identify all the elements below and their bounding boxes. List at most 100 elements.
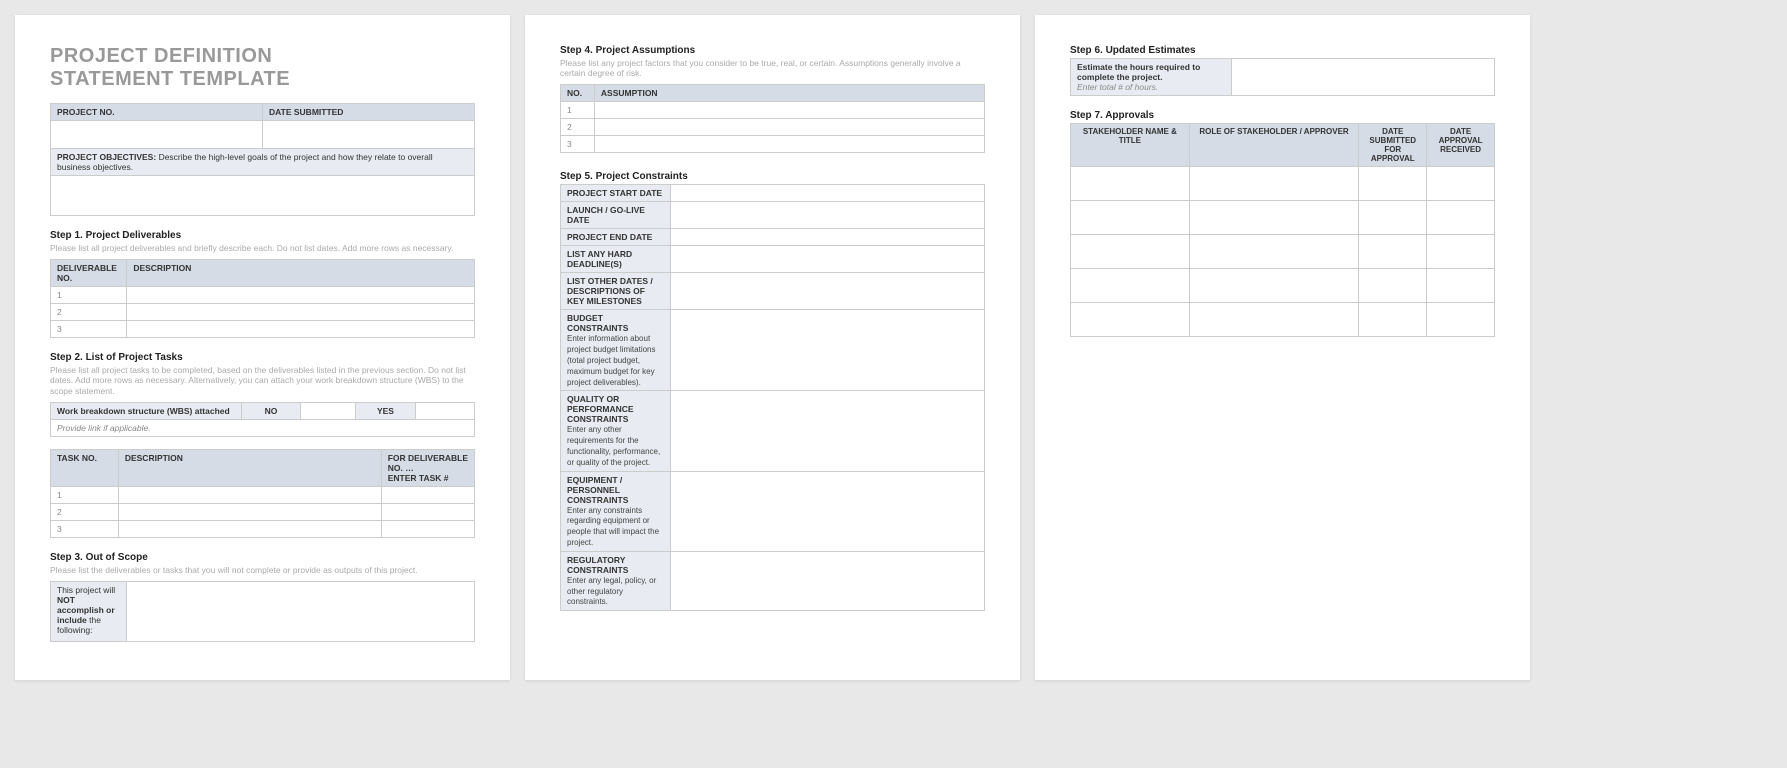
approval-name[interactable]	[1071, 303, 1190, 337]
wbs-label: Work breakdown structure (WBS) attached	[51, 402, 242, 419]
page-2: Step 4. Project Assumptions Please list …	[525, 15, 1020, 680]
step3-desc: Please list the deliverables or tasks th…	[50, 565, 475, 575]
date-submitted-input[interactable]	[263, 121, 475, 149]
task-row-desc[interactable]	[118, 503, 381, 520]
wbs-no-input[interactable]	[301, 402, 356, 419]
deliverable-row-desc[interactable]	[127, 287, 475, 304]
constraint-other-dates-input[interactable]	[671, 273, 985, 310]
task-row-deliv[interactable]	[381, 520, 474, 537]
approval-name[interactable]	[1071, 235, 1190, 269]
constraint-equipment-input[interactable]	[671, 471, 985, 551]
wbs-link-cell[interactable]: Provide link if applicable.	[51, 419, 475, 436]
approval-date-received[interactable]	[1427, 269, 1495, 303]
tasks-col1: TASK NO.	[51, 449, 119, 486]
step1-desc: Please list all project deliverables and…	[50, 243, 475, 253]
constraint-quality-title: QUALITY OR PERFORMANCE CONSTRAINTS	[567, 394, 634, 424]
oos-l2: NOT accomplish or include	[57, 595, 115, 625]
constraint-budget-input[interactable]	[671, 310, 985, 391]
task-row-deliv[interactable]	[381, 503, 474, 520]
approval-date-received[interactable]	[1427, 201, 1495, 235]
constraint-start-date-input[interactable]	[671, 185, 985, 202]
objectives-input[interactable]	[51, 176, 475, 216]
approval-date-received[interactable]	[1427, 235, 1495, 269]
title-line-1: PROJECT DEFINITION	[50, 45, 272, 67]
deliverable-row-num: 1	[51, 287, 127, 304]
approval-name[interactable]	[1071, 201, 1190, 235]
task-row-deliv[interactable]	[381, 486, 474, 503]
task-row-num: 2	[51, 503, 119, 520]
approval-role[interactable]	[1189, 167, 1359, 201]
estimates-table: Estimate the hours required to complete …	[1070, 58, 1495, 96]
header-project-no: PROJECT NO.	[51, 104, 263, 121]
approval-date-received[interactable]	[1427, 303, 1495, 337]
wbs-attached-table: Work breakdown structure (WBS) attached …	[50, 402, 475, 437]
deliverables-col2: DESCRIPTION	[127, 260, 475, 287]
approval-role[interactable]	[1189, 269, 1359, 303]
deliverable-row-desc[interactable]	[127, 321, 475, 338]
constraint-end-date-input[interactable]	[671, 229, 985, 246]
constraint-start-date-label: PROJECT START DATE	[561, 185, 671, 202]
constraint-equipment-label: EQUIPMENT / PERSONNEL CONSTRAINTS Enter …	[561, 471, 671, 551]
step2-heading: Step 2. List of Project Tasks	[50, 352, 475, 363]
approval-date-received[interactable]	[1427, 167, 1495, 201]
deliverables-col1: DELIVERABLE NO.	[51, 260, 127, 287]
approval-date-submitted[interactable]	[1359, 235, 1427, 269]
assumption-row-text[interactable]	[594, 119, 984, 136]
constraint-launch-date-input[interactable]	[671, 202, 985, 229]
estimates-placeholder: Enter total # of hours.	[1077, 82, 1158, 92]
constraint-budget-title: BUDGET CONSTRAINTS	[567, 313, 628, 333]
tasks-col3-line1: FOR DELIVERABLE NO. …	[388, 453, 468, 473]
estimates-input[interactable]	[1232, 59, 1495, 96]
tasks-table: TASK NO. DESCRIPTION FOR DELIVERABLE NO.…	[50, 449, 475, 538]
constraint-regulatory-desc: Enter any legal, policy, or other regula…	[567, 576, 656, 607]
constraint-other-dates-label: LIST OTHER DATES / DESCRIPTIONS OF KEY M…	[561, 273, 671, 310]
constraint-regulatory-input[interactable]	[671, 551, 985, 610]
deliverable-row-num: 3	[51, 321, 127, 338]
step4-heading: Step 4. Project Assumptions	[560, 45, 985, 56]
tasks-col2: DESCRIPTION	[118, 449, 381, 486]
assumption-row-text[interactable]	[594, 102, 984, 119]
estimates-label-cell: Estimate the hours required to complete …	[1071, 59, 1232, 96]
assumptions-table: NO. ASSUMPTION 1 2 3	[560, 84, 985, 153]
project-no-input[interactable]	[51, 121, 263, 149]
constraint-launch-date-label: LAUNCH / GO-LIVE DATE	[561, 202, 671, 229]
assumption-row-text[interactable]	[594, 136, 984, 153]
deliverables-table: DELIVERABLE NO. DESCRIPTION 1 2 3	[50, 259, 475, 338]
task-row-desc[interactable]	[118, 520, 381, 537]
document-pages: PROJECT DEFINITION STATEMENT TEMPLATE PR…	[15, 15, 1772, 680]
approval-role[interactable]	[1189, 235, 1359, 269]
out-of-scope-label: This project will NOT accomplish or incl…	[51, 581, 127, 641]
estimates-label: Estimate the hours required to complete …	[1077, 62, 1200, 82]
header-table: PROJECT NO. DATE SUBMITTED PROJECT OBJEC…	[50, 103, 475, 216]
wbs-yes-input[interactable]	[415, 402, 474, 419]
constraint-equipment-desc: Enter any constraints regarding equipmen…	[567, 506, 659, 547]
constraint-end-date-label: PROJECT END DATE	[561, 229, 671, 246]
approval-name[interactable]	[1071, 269, 1190, 303]
step6-heading: Step 6. Updated Estimates	[1070, 45, 1495, 56]
constraint-budget-label: BUDGET CONSTRAINTS Enter information abo…	[561, 310, 671, 391]
approval-role[interactable]	[1189, 201, 1359, 235]
approvals-col2: ROLE OF STAKEHOLDER / APPROVER	[1189, 124, 1359, 167]
assumption-row-num: 3	[561, 136, 595, 153]
out-of-scope-input[interactable]	[127, 581, 475, 641]
approval-name[interactable]	[1071, 167, 1190, 201]
title-line-2: STATEMENT TEMPLATE	[50, 68, 290, 90]
page-3: Step 6. Updated Estimates Estimate the h…	[1035, 15, 1530, 680]
approval-date-submitted[interactable]	[1359, 201, 1427, 235]
assumption-row-num: 1	[561, 102, 595, 119]
constraint-hard-deadlines-input[interactable]	[671, 246, 985, 273]
wbs-yes-label: YES	[356, 402, 415, 419]
approval-date-submitted[interactable]	[1359, 269, 1427, 303]
constraint-quality-desc: Enter any other requirements for the fun…	[567, 425, 660, 466]
constraints-table: PROJECT START DATE LAUNCH / GO-LIVE DATE…	[560, 184, 985, 611]
task-row-desc[interactable]	[118, 486, 381, 503]
approval-date-submitted[interactable]	[1359, 167, 1427, 201]
approval-role[interactable]	[1189, 303, 1359, 337]
task-row-num: 1	[51, 486, 119, 503]
approval-date-submitted[interactable]	[1359, 303, 1427, 337]
approvals-table: STAKEHOLDER NAME & TITLE ROLE OF STAKEHO…	[1070, 123, 1495, 337]
constraint-quality-input[interactable]	[671, 391, 985, 471]
deliverable-row-desc[interactable]	[127, 304, 475, 321]
objectives-label-row: PROJECT OBJECTIVES: Describe the high-le…	[51, 149, 475, 176]
approvals-col4: DATE APPROVAL RECEIVED	[1427, 124, 1495, 167]
